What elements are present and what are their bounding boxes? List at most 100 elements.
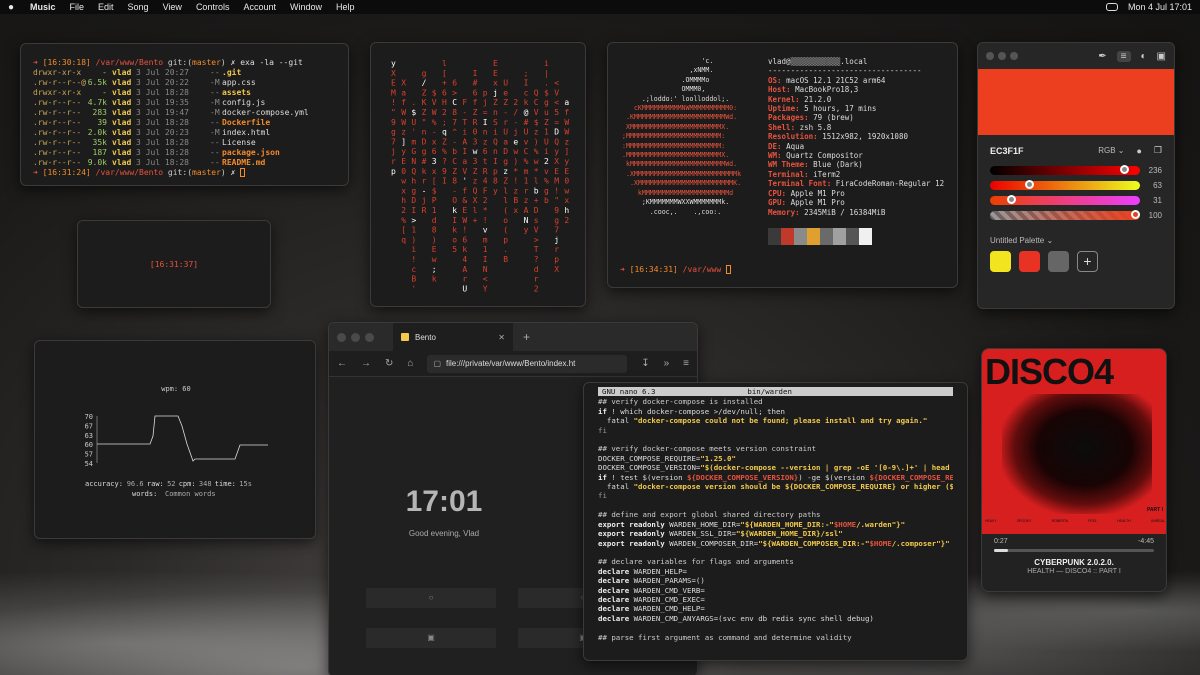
music-player-widget[interactable]: DISCO4 PART I HEAVY SPOOKY ROBERTA FEEL HEAL…: [981, 348, 1167, 592]
file-owner: vlad: [112, 68, 132, 77]
info-colon: :: [795, 94, 805, 104]
close-button[interactable]: [337, 332, 346, 342]
info-colon: :: [826, 179, 836, 189]
close-tab-icon[interactable]: ✕: [498, 333, 505, 342]
matrix-rain-window[interactable]: y X E M! " 9 g 7 j r p Xa f W Wz] y E 0 w x h 2%[q. $ U ' m G N Qh g D…: [370, 42, 586, 307]
matrix-glyph: W: [462, 216, 467, 225]
menu-view[interactable]: View: [163, 2, 182, 12]
slider-knob[interactable]: [1024, 180, 1034, 189]
neofetch-terminal-window[interactable]: 'c. ,xNMM. .OMMMMo OMMM0, .;loddo:' lool…: [607, 42, 958, 288]
copy-icon[interactable]: ❐: [1154, 145, 1162, 156]
info-row: Memory: 2345MiB / 16384MiB: [768, 208, 953, 217]
link-button-3[interactable]: ▣: [366, 628, 496, 648]
menu-controls[interactable]: Controls: [196, 2, 230, 12]
new-tab-button[interactable]: +: [523, 330, 530, 344]
matrix-glyph: j: [422, 196, 427, 205]
matrix-glyph: g: [411, 186, 416, 195]
matrix-glyph: C: [452, 157, 457, 166]
url-bar[interactable]: ▢ file:///private/var/www/Bento/index.ht: [427, 354, 628, 373]
typing-test-window[interactable]: wpm: 60 70 67 63 60 57 54 accuracy: 96.6 raw: 52 cp…: [34, 340, 316, 539]
menu-app-name[interactable]: Music: [30, 2, 56, 12]
matrix-glyph: t: [483, 157, 488, 166]
code-line: DOCKER_COMPOSE_REQUIRE="1.25.0": [598, 454, 953, 463]
eyedropper-icon[interactable]: ✒: [1098, 51, 1106, 62]
minimize-button[interactable]: [998, 52, 1006, 60]
extensions-icon[interactable]: »: [664, 358, 670, 369]
palette-swatch[interactable]: [1048, 251, 1069, 272]
matrix-glyph: ': [411, 128, 416, 137]
nano-code[interactable]: ## verify docker-compose is installed if …: [598, 397, 953, 642]
menu-file[interactable]: File: [70, 2, 85, 12]
file-size: 187: [92, 148, 107, 157]
terminal-clock-window[interactable]: [16:31:37]: [77, 220, 271, 308]
sliders-icon[interactable]: ≡: [1116, 50, 1131, 62]
matrix-glyph: Z: [503, 177, 508, 186]
back-icon[interactable]: ←: [337, 358, 347, 369]
color-picker-window[interactable]: ✒ ≡ ◐ ▣ EC3F1F RGB ⌄ ● ❐ 236 63 31 100 Unti…: [977, 42, 1175, 309]
tab-bento[interactable]: Bento ✕: [393, 323, 513, 351]
download-icon[interactable]: ↧: [641, 358, 649, 369]
palette-title-row[interactable]: Untitled Palette ⌄: [978, 226, 1174, 251]
color-mode-select[interactable]: RGB ⌄: [1098, 146, 1124, 155]
minimize-button[interactable]: [351, 332, 360, 342]
reload-icon[interactable]: ↻: [385, 358, 393, 369]
code-line: fatal "docker-compose version should be …: [598, 482, 953, 491]
palette-lock-icon[interactable]: ▣: [1157, 51, 1166, 62]
progress-bar[interactable]: [994, 549, 1154, 552]
matrix-glyph: 7: [554, 226, 559, 235]
matrix-glyph: y: [391, 59, 396, 68]
palette-swatch[interactable]: [990, 251, 1011, 272]
nano-editor-window[interactable]: GNU nano 6.3 bin/warden ## verify docker-…: [583, 382, 968, 661]
matrix-glyph: ": [391, 108, 396, 117]
matrix-glyph: c: [411, 265, 416, 274]
info-key: Terminal: [768, 169, 805, 179]
matrix-glyph: B: [503, 255, 508, 264]
channel-slider[interactable]: [990, 180, 1140, 190]
channel-slider[interactable]: [990, 165, 1140, 175]
apple-icon[interactable]: ●: [8, 2, 18, 13]
matrix-glyph: g: [503, 157, 508, 166]
wpm-chart: wpm: 60 7067 6360 5754 accuracy: 96.6 raw: 52 cp…: [85, 385, 268, 498]
menu-song[interactable]: Song: [128, 2, 149, 12]
code-token: $HOME: [833, 519, 857, 529]
ls-row: .rw-r--r--@ 6.5k vlad 3 Jul 20:22 -M app.css: [33, 78, 336, 88]
home-icon[interactable]: ⌂: [407, 358, 413, 369]
channel-slider[interactable]: [990, 195, 1140, 205]
palette-swatch[interactable]: [1019, 251, 1040, 272]
matrix-glyph: 9: [391, 118, 396, 127]
zoom-button[interactable]: [365, 332, 374, 342]
code-token: declare: [598, 613, 634, 623]
slider-knob[interactable]: [1007, 195, 1017, 204]
code-token: ! test $(version: [611, 472, 688, 482]
matrix-glyph: #: [524, 118, 529, 127]
matrix-glyph: D: [422, 137, 427, 146]
github-link-button[interactable]: ○: [366, 588, 496, 608]
slider-knob[interactable]: [1131, 210, 1140, 219]
matrix-glyph: r: [534, 275, 539, 284]
menu-account[interactable]: Account: [243, 2, 276, 12]
contrast-icon[interactable]: ◐: [1141, 51, 1147, 62]
menu-icon[interactable]: ≡: [683, 358, 689, 369]
add-swatch-button[interactable]: +: [1077, 251, 1098, 272]
menu-help[interactable]: Help: [336, 2, 355, 12]
forward-icon[interactable]: →: [361, 358, 371, 369]
code-line: ## declare variables for flags and argum…: [598, 557, 953, 566]
zoom-button[interactable]: [1010, 52, 1018, 60]
close-button[interactable]: [986, 52, 994, 60]
menu-edit[interactable]: Edit: [98, 2, 114, 12]
menu-window[interactable]: Window: [290, 2, 322, 12]
matrix-glyph: p: [554, 255, 559, 264]
matrix-glyph: y: [564, 157, 569, 166]
control-center-icon[interactable]: [1105, 3, 1118, 11]
palette-icon[interactable]: ●: [1136, 146, 1141, 156]
terminal-window-exa[interactable]: ➜ [16:30:18] /var/www/Bento git:(master)…: [20, 43, 349, 186]
channel-slider[interactable]: [990, 210, 1140, 220]
matrix-glyph: a: [564, 98, 569, 107]
matrix-glyph: d: [432, 216, 437, 225]
matrix-glyph: W: [564, 128, 569, 137]
hex-value[interactable]: EC3F1F: [990, 146, 1024, 156]
menubar-clock[interactable]: Mon 4 Jul 17:01: [1128, 2, 1192, 12]
matrix-glyph: q: [442, 128, 447, 137]
matrix-glyph: 6: [462, 235, 467, 244]
slider-knob[interactable]: [1120, 165, 1130, 174]
